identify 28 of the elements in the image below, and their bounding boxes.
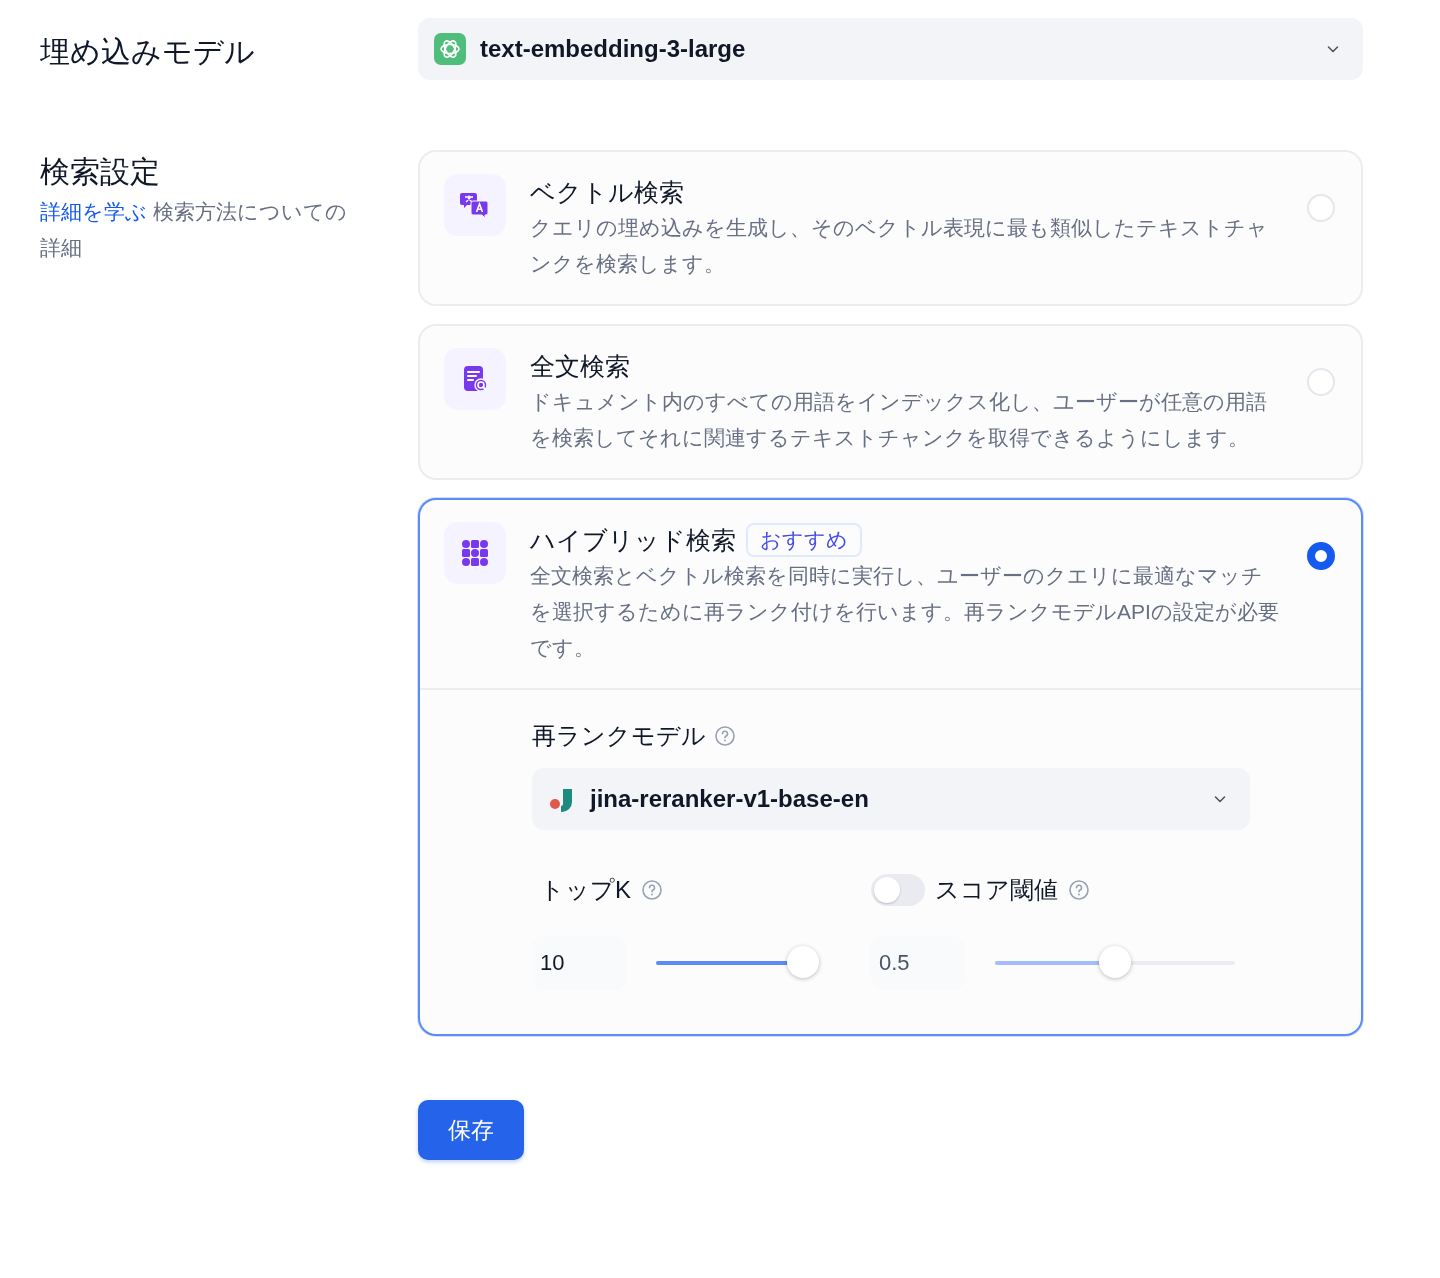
toggle-switch[interactable] — [871, 874, 925, 906]
section-label: 検索設定 — [40, 154, 161, 190]
option-card[interactable]: ハイブリッド検索 おすすめ 全文検索とベクトル検索を同時に実行し、ユーザーのクエリに最適なマッチを選択するために再ランク付けを行います。再ランクモデルAPIの設定が必要です。 再ランクモデル jina-reranker-v1-base-en トップK スコア閾値 10 0.5 — [418, 498, 1363, 1036]
radio-button[interactable] — [1307, 542, 1335, 570]
rerank-model-select[interactable]: jina-reranker-v1-base-en — [532, 768, 1250, 830]
help-icon[interactable] — [714, 725, 736, 747]
section-label: 埋め込みモデル — [40, 34, 256, 70]
option-description: ドキュメント内のすべての用語をインデックス化し、ユーザーが任意の用語を検索してそれに関連するテキストチャンクを取得できるようにします。 — [530, 389, 1268, 451]
option-title: 全文検索 — [530, 351, 630, 382]
option-title: ハイブリッド検索 — [530, 525, 736, 556]
grid-icon — [461, 539, 489, 567]
help-text: 詳細を学ぶ 検索方法についての詳細 — [40, 199, 348, 261]
option-card[interactable]: 全文検索 ドキュメント内のすべての用語をインデックス化し、ユーザーが任意の用語を検索してそれに関連するテキストチャンクを取得できるようにします。 — [418, 324, 1363, 480]
translate-icon — [460, 190, 490, 220]
help-icon[interactable] — [641, 879, 663, 901]
option-title: ベクトル検索 — [530, 177, 684, 208]
field-label: スコア閾値 — [935, 875, 1058, 905]
help-icon[interactable] — [1068, 879, 1090, 901]
option-description: クエリの埋め込みを生成し、そのベクトル表現に最も類似したテキストチャンクを検索します。 — [530, 215, 1269, 277]
field-label: 再ランクモデル — [532, 721, 706, 751]
field-label: トップK — [540, 875, 631, 905]
recommended-badge: おすすめ — [746, 523, 862, 557]
model-select[interactable]: text-embedding-3-large — [418, 18, 1363, 80]
knot-logo-icon — [434, 33, 466, 65]
option-description: 全文検索とベクトル検索を同時に実行し、ユーザーのクエリに最適なマッチを選択するために再ランク付けを行います。再ランクモデルAPIの設定が必要です。 — [530, 563, 1280, 661]
save-button[interactable]: 保存 — [418, 1100, 524, 1160]
learn-more-link[interactable]: 詳細を学ぶ — [40, 200, 147, 223]
option-card[interactable]: ベクトル検索 クエリの埋め込みを生成し、そのベクトル表現に最も類似したテキストチャンクを検索します。 — [418, 150, 1363, 306]
